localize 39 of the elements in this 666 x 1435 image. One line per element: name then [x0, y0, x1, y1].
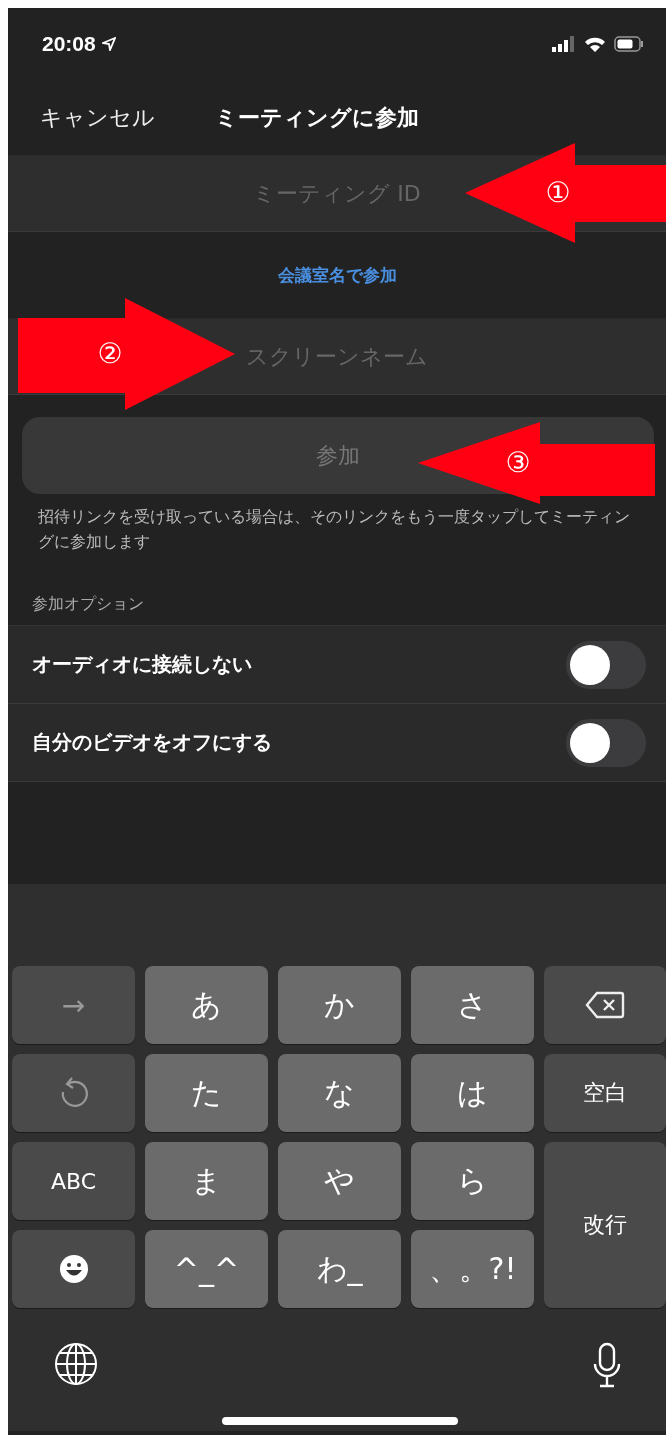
- next-key[interactable]: →: [12, 966, 135, 1044]
- battery-icon: [614, 36, 644, 52]
- cancel-button[interactable]: キャンセル: [40, 102, 155, 133]
- wifi-icon: [584, 36, 606, 52]
- emoji-icon: [58, 1254, 89, 1284]
- toggle-switch[interactable]: [566, 718, 646, 767]
- invite-link-hint: 招待リンクを受け取っている場合は、そのリンクをもう一度タップしてミーティングに参加します: [38, 506, 631, 553]
- section-header: 参加オプション: [32, 594, 145, 615]
- option-label: オーディオに接続しない: [32, 651, 253, 678]
- location-icon: [101, 37, 116, 51]
- globe-icon[interactable]: [54, 1342, 98, 1386]
- key[interactable]: た: [145, 1054, 268, 1132]
- annotation-number: ②: [97, 340, 123, 368]
- key[interactable]: 空白: [544, 1054, 666, 1132]
- annotation-number: ③: [505, 449, 531, 477]
- key[interactable]: わ_: [278, 1230, 401, 1308]
- key[interactable]: 、。?!: [411, 1230, 534, 1308]
- key[interactable]: か: [278, 966, 401, 1044]
- key[interactable]: ら: [411, 1142, 534, 1220]
- status-time: 20:08: [42, 32, 96, 56]
- key[interactable]: や: [278, 1142, 401, 1220]
- toggle-switch[interactable]: [566, 640, 646, 689]
- key[interactable]: ま: [145, 1142, 268, 1220]
- key[interactable]: ^_^: [145, 1230, 268, 1308]
- option-label: 自分のビデオをオフにする: [32, 729, 273, 756]
- key[interactable]: は: [411, 1054, 534, 1132]
- signal-icon: [552, 36, 576, 52]
- screen-title: ミーティングに参加: [215, 103, 419, 132]
- key[interactable]: な: [278, 1054, 401, 1132]
- return-key[interactable]: 改行: [544, 1142, 666, 1308]
- annotation-number: ①: [545, 179, 571, 207]
- key[interactable]: あ: [145, 966, 268, 1044]
- microphone-icon[interactable]: [592, 1342, 622, 1388]
- delete-icon: [585, 991, 625, 1019]
- delete-key[interactable]: [544, 966, 666, 1044]
- key[interactable]: さ: [411, 966, 534, 1044]
- emoji-key[interactable]: [12, 1230, 135, 1308]
- key[interactable]: ABC: [12, 1142, 135, 1220]
- join-by-room-name-link[interactable]: 会議室名で参加: [277, 263, 397, 287]
